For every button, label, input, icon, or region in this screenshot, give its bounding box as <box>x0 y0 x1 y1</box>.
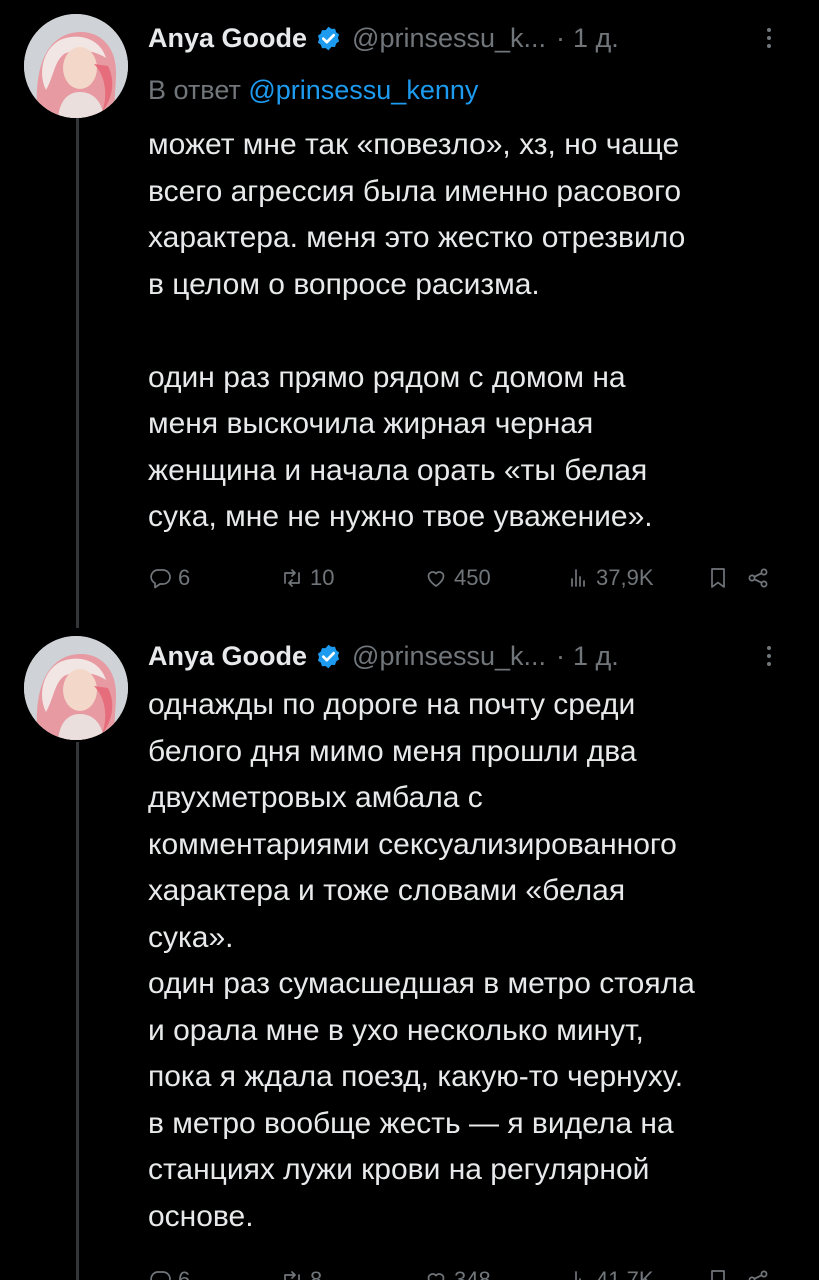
tweet-header: Anya Goode @prinsessu_k... · 1 д. <box>148 20 779 56</box>
author-handle[interactable]: @prinsessu_k... <box>352 638 546 674</box>
retweet-count: 10 <box>310 565 335 590</box>
retweet-button[interactable]: 8 <box>280 1264 322 1280</box>
reply-count: 6 <box>178 1267 191 1280</box>
tweet-text-line: сука». <box>148 920 234 954</box>
timestamp[interactable]: 1 д. <box>573 20 619 56</box>
tweet-text: может мне так «повезло», хз, но чаще все… <box>148 122 798 541</box>
bookmark-icon <box>711 568 725 588</box>
reply-count: 6 <box>178 565 191 590</box>
tweet-text-line: меня выскочила жирная черная <box>148 407 594 440</box>
tweet-text-line: женщина и начала орать «ты белая <box>148 453 648 487</box>
tweet[interactable]: Anya Goode @prinsessu_k... · 1 д. В отве… <box>0 0 819 620</box>
views-bars-icon <box>571 569 585 587</box>
like-count: 348 <box>454 1267 491 1280</box>
share-button[interactable] <box>746 562 776 594</box>
tweet-text-line: характера и тоже словами «белая <box>148 874 626 907</box>
like-button[interactable]: 450 <box>424 562 491 594</box>
tweet-text-line: может мне так «повезло», хз, но чаще <box>148 128 680 161</box>
tweet-text-line: один раз сумасшедшая в метро стояла <box>148 967 695 1000</box>
bookmark-button[interactable] <box>706 1264 736 1280</box>
retweet-button[interactable]: 10 <box>280 562 334 594</box>
action-bar: 6 8 348 41,7K <box>148 1264 773 1280</box>
tweet-text-line: однажды по дороге на почту среди <box>148 688 636 721</box>
retweet-icon <box>284 569 300 587</box>
tweet-text-line: пока я ждала поезд, какую-то чернуху. <box>148 1060 684 1093</box>
author-handle[interactable]: @prinsessu_k... <box>352 20 546 56</box>
tweet-text-line: один раз прямо рядом с домом на <box>148 360 626 394</box>
views-button[interactable]: 37,9K <box>566 562 654 594</box>
share-icon <box>748 568 768 588</box>
tweet-header: Anya Goode @prinsessu_k... · 1 д. <box>148 638 779 674</box>
verified-badge-icon <box>315 643 342 670</box>
views-button[interactable]: 41,7K <box>566 1264 654 1280</box>
like-count: 450 <box>454 565 491 590</box>
tweet-text-line: и орала мне в ухо несколько минут, <box>148 1013 644 1047</box>
reply-button[interactable]: 6 <box>148 562 190 594</box>
like-button[interactable]: 348 <box>424 1264 491 1280</box>
tweet-text-line: в целом о вопросе расизма. <box>148 267 540 301</box>
views-bars-icon <box>575 1271 581 1280</box>
tweet-text-line: основе. <box>148 1199 254 1233</box>
tweet-text-line: двухметровых амбала с <box>148 781 483 814</box>
reply-mention-link[interactable]: @prinsessu_kenny <box>248 75 478 105</box>
tweet-text-line: в метро вообще жесть — я видела на <box>148 1106 674 1140</box>
tweet-text-line: характера. меня это жестко отрезвило <box>148 221 686 254</box>
more-dots-icon[interactable] <box>759 638 779 674</box>
heart-icon <box>427 1273 445 1280</box>
tweet[interactable]: Anya Goode @prinsessu_k... · 1 д. однажд… <box>0 620 819 1280</box>
share-icon <box>748 1270 768 1280</box>
retweet-count: 8 <box>310 1267 323 1280</box>
reply-prefix: В ответ <box>148 75 241 105</box>
reply-button[interactable]: 6 <box>148 1264 190 1280</box>
reply-bubble-icon <box>150 1271 171 1280</box>
tweet-text-line: комментариями сексуализированного <box>148 827 677 861</box>
retweet-icon <box>284 1271 300 1280</box>
separator-dot: · <box>556 23 566 53</box>
tweet-text-line: сука, мне не нужно твое уважение». <box>148 500 653 533</box>
timestamp[interactable]: 1 д. <box>573 638 619 674</box>
avatar-photo <box>24 636 128 740</box>
view-count: 37,9K <box>596 565 654 590</box>
tweet-text: однажды по дороге на почту среди белого … <box>148 682 798 1240</box>
bookmark-icon <box>711 1270 725 1280</box>
thread-view: Anya Goode @prinsessu_k... · 1 д. В отве… <box>0 0 819 1280</box>
action-bar: 6 10 450 37,9K <box>148 562 773 594</box>
tweet-text-line: всего агрессия была именно расового <box>148 174 682 208</box>
heart-icon <box>427 571 445 587</box>
reply-context: В ответ @prinsessu_kenny <box>148 72 478 108</box>
avatar-photo <box>24 14 128 118</box>
share-button[interactable] <box>746 1264 776 1280</box>
more-dots-icon[interactable] <box>759 20 779 56</box>
avatar[interactable] <box>24 636 128 740</box>
view-count: 41,7K <box>596 1267 654 1280</box>
bookmark-button[interactable] <box>706 562 736 594</box>
verified-badge-icon <box>315 25 342 52</box>
separator-dot: · <box>556 641 566 671</box>
tweet-text-line: белого дня мимо меня прошли два <box>148 734 637 768</box>
author-name[interactable]: Anya Goode <box>148 638 307 674</box>
avatar[interactable] <box>24 14 128 118</box>
author-name[interactable]: Anya Goode <box>148 20 307 56</box>
reply-bubble-icon <box>150 569 171 589</box>
tweet-text-line: станциях лужи крови на регулярной <box>148 1153 650 1186</box>
